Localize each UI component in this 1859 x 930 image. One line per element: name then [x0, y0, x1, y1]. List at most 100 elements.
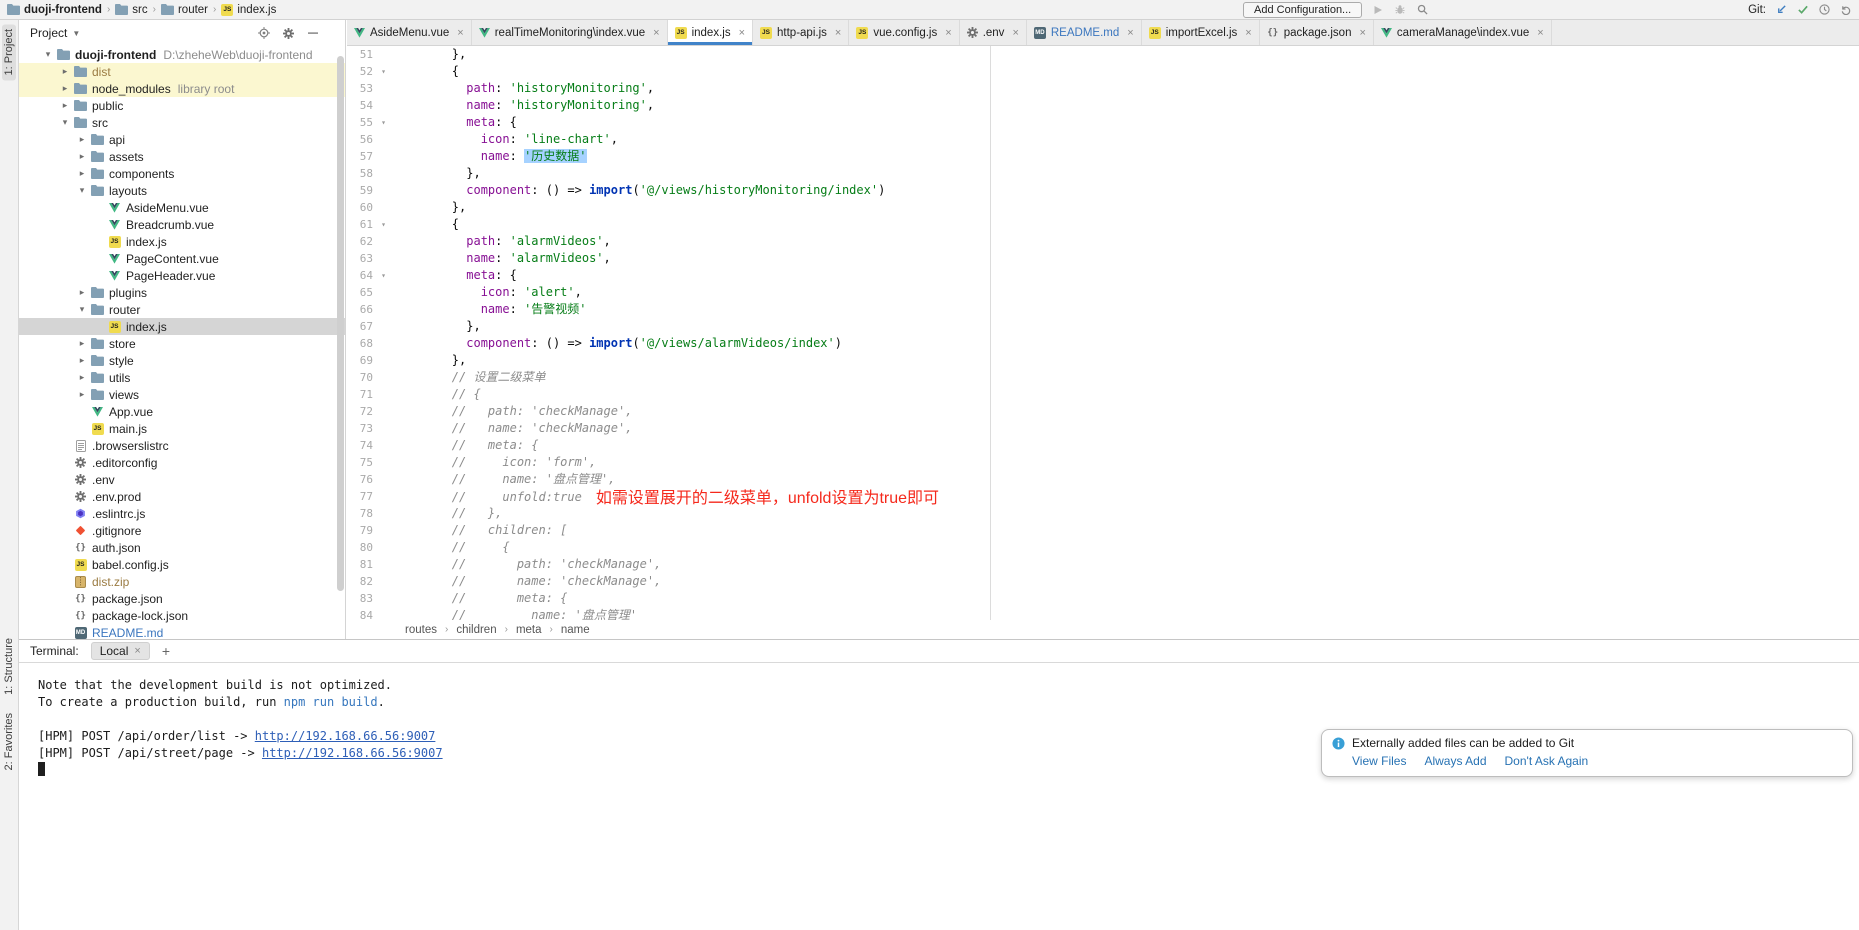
rollback-icon[interactable] [1840, 4, 1852, 15]
code-line-75[interactable]: 75 // icon: 'form', [347, 454, 1859, 471]
terminal-link[interactable]: http://192.168.66.56:9007 [262, 746, 443, 760]
tree-item-pagecontent.vue[interactable]: PageContent.vue [19, 250, 345, 267]
breadcrumb-src[interactable]: src [115, 4, 147, 16]
code-line-77[interactable]: 77 // unfold:true如需设置展开的二级菜单，unfold设置为tr… [347, 488, 1859, 505]
code-line-73[interactable]: 73 // name: 'checkManage', [347, 420, 1859, 437]
tab-asidemenu.vue[interactable]: AsideMenu.vue× [347, 20, 472, 45]
tree-item-components[interactable]: ▸components [19, 165, 345, 182]
breadcrumb-item-name[interactable]: name [561, 624, 590, 636]
chevron-collapsed-icon[interactable]: ▸ [75, 151, 89, 162]
tab-vue.config.js[interactable]: JSvue.config.js× [849, 20, 959, 45]
code-line-55[interactable]: 55▾ meta: { [347, 114, 1859, 131]
tree-item-utils[interactable]: ▸utils [19, 369, 345, 386]
tree-item-.browserslistrc[interactable]: .browserslistrc [19, 437, 345, 454]
code-line-80[interactable]: 80 // { [347, 539, 1859, 556]
fold-icon[interactable]: ▾ [373, 114, 394, 131]
chevron-collapsed-icon[interactable]: ▸ [58, 83, 72, 94]
run-icon[interactable] [1373, 5, 1383, 15]
chevron-expanded-icon[interactable]: ▾ [58, 117, 72, 128]
code-line-70[interactable]: 70 // 设置二级菜单 [347, 369, 1859, 386]
chevron-collapsed-icon[interactable]: ▸ [75, 338, 89, 349]
tree-item-dist[interactable]: ▸dist [19, 63, 345, 80]
tab-cameramanage-index.vue[interactable]: cameraManage\index.vue× [1374, 20, 1552, 45]
code-line-79[interactable]: 79 // children: [ [347, 522, 1859, 539]
chevron-collapsed-icon[interactable]: ▸ [75, 134, 89, 145]
tree-item-asidemenu.vue[interactable]: AsideMenu.vue [19, 199, 345, 216]
tool-button-favorites[interactable]: 2: Favorites [2, 708, 16, 775]
code-line-63[interactable]: 63 name: 'alarmVideos', [347, 250, 1859, 267]
always-add-link[interactable]: Always Add [1424, 754, 1486, 768]
fold-icon[interactable]: ▾ [373, 267, 394, 284]
code-line-78[interactable]: 78 // }, [347, 505, 1859, 522]
close-icon[interactable]: × [1012, 27, 1018, 39]
terminal-tab-local[interactable]: Local × [91, 642, 150, 660]
breadcrumb-project-root[interactable]: duoji-frontend [7, 4, 102, 16]
tree-item-package.json[interactable]: {}package.json [19, 590, 345, 607]
close-icon[interactable]: × [1245, 27, 1251, 39]
tree-item-.gitignore[interactable]: .gitignore [19, 522, 345, 539]
code-line-65[interactable]: 65 icon: 'alert', [347, 284, 1859, 301]
tree-item-node_modules[interactable]: ▸node_moduleslibrary root [19, 80, 345, 97]
chevron-collapsed-icon[interactable]: ▸ [75, 168, 89, 179]
tree-item-plugins[interactable]: ▸plugins [19, 284, 345, 301]
code-line-72[interactable]: 72 // path: 'checkManage', [347, 403, 1859, 420]
code-line-57[interactable]: 57 name: '历史数据' [347, 148, 1859, 165]
tab-package.json[interactable]: {}package.json× [1260, 20, 1374, 45]
close-icon[interactable]: × [835, 27, 841, 39]
code-line-59[interactable]: 59 component: () => import('@/views/hist… [347, 182, 1859, 199]
tree-item-layouts[interactable]: ▾layouts [19, 182, 345, 199]
code-line-54[interactable]: 54 name: 'historyMonitoring', [347, 97, 1859, 114]
tree-item-assets[interactable]: ▸assets [19, 148, 345, 165]
hide-panel-icon[interactable] [307, 27, 319, 39]
code-line-74[interactable]: 74 // meta: { [347, 437, 1859, 454]
code-line-66[interactable]: 66 name: '告警视频' [347, 301, 1859, 318]
tab-readme.md[interactable]: MDREADME.md× [1027, 20, 1142, 45]
chevron-collapsed-icon[interactable]: ▸ [75, 372, 89, 383]
tab-importexcel.js[interactable]: JSimportExcel.js× [1142, 20, 1260, 45]
dont-ask-again-link[interactable]: Don't Ask Again [1505, 754, 1589, 768]
code-line-53[interactable]: 53 path: 'historyMonitoring', [347, 80, 1859, 97]
tree-item-style[interactable]: ▸style [19, 352, 345, 369]
tree-item-auth.json[interactable]: {}auth.json [19, 539, 345, 556]
tool-button-structure[interactable]: 1: Structure [2, 633, 16, 700]
tree-item-api[interactable]: ▸api [19, 131, 345, 148]
tree-item-readme.md[interactable]: MDREADME.md [19, 624, 345, 639]
breadcrumb-router[interactable]: router [161, 4, 208, 16]
code-line-76[interactable]: 76 // name: '盘点管理', [347, 471, 1859, 488]
tree-item-package-lock.json[interactable]: {}package-lock.json [19, 607, 345, 624]
close-icon[interactable]: × [1537, 27, 1543, 39]
code-line-61[interactable]: 61▾ { [347, 216, 1859, 233]
breadcrumb-item-meta[interactable]: meta [516, 624, 542, 636]
tab-index.js[interactable]: JSindex.js× [668, 20, 753, 45]
code-line-60[interactable]: 60 }, [347, 199, 1859, 216]
chevron-expanded-icon[interactable]: ▾ [75, 185, 89, 196]
breadcrumb-file[interactable]: JSindex.js [221, 4, 276, 16]
search-icon[interactable] [1417, 4, 1428, 15]
chevron-down-icon[interactable]: ▼ [72, 29, 80, 38]
close-icon[interactable]: × [739, 27, 745, 39]
tree-scrollbar[interactable] [337, 56, 344, 591]
tree-item-pageheader.vue[interactable]: PageHeader.vue [19, 267, 345, 284]
code-line-69[interactable]: 69 }, [347, 352, 1859, 369]
tree-item-.editorconfig[interactable]: .editorconfig [19, 454, 345, 471]
code-line-84[interactable]: 84 // name: '盘点管理' [347, 607, 1859, 620]
add-configuration-button[interactable]: Add Configuration... [1243, 2, 1362, 18]
close-icon[interactable]: × [1127, 27, 1133, 39]
settings-gear-icon[interactable] [283, 28, 294, 39]
close-icon[interactable]: × [945, 27, 951, 39]
tree-item-main.js[interactable]: JSmain.js [19, 420, 345, 437]
tab-.env[interactable]: .env× [960, 20, 1027, 45]
tree-item-index.js[interactable]: JSindex.js [19, 233, 345, 250]
code-line-67[interactable]: 67 }, [347, 318, 1859, 335]
code-line-83[interactable]: 83 // meta: { [347, 590, 1859, 607]
tree-item-public[interactable]: ▸public [19, 97, 345, 114]
fold-icon[interactable]: ▾ [373, 216, 394, 233]
chevron-expanded-icon[interactable]: ▾ [75, 304, 89, 315]
chevron-collapsed-icon[interactable]: ▸ [75, 355, 89, 366]
tree-item-babel.config.js[interactable]: JSbabel.config.js [19, 556, 345, 573]
fold-icon[interactable]: ▾ [373, 63, 394, 80]
code-line-68[interactable]: 68 component: () => import('@/views/alar… [347, 335, 1859, 352]
close-icon[interactable]: × [457, 27, 463, 39]
tool-button-project[interactable]: 1: Project [2, 24, 16, 80]
panel-title[interactable]: Project [30, 26, 67, 40]
